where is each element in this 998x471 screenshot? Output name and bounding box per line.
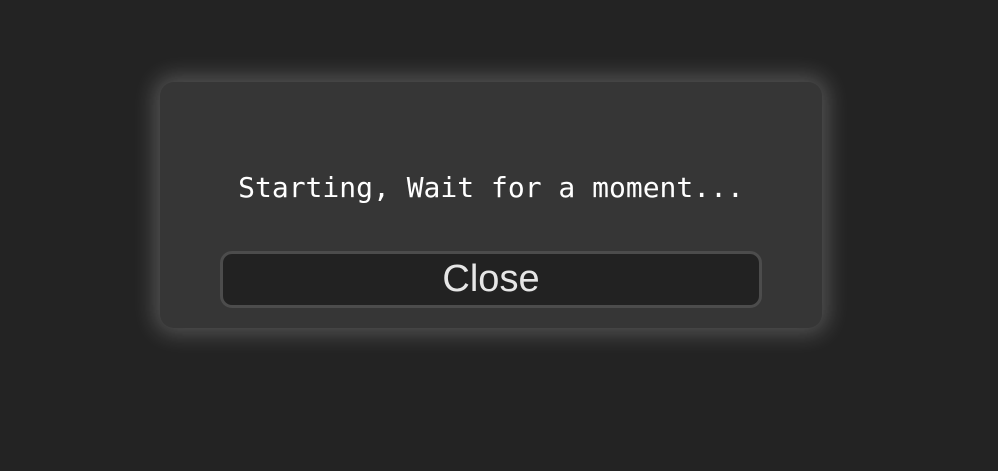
loading-message: Starting, Wait for a moment... — [238, 171, 744, 204]
app-background: Starting, Wait for a moment... Close — [0, 0, 998, 471]
loading-dialog: Starting, Wait for a moment... Close — [160, 82, 822, 328]
close-button[interactable]: Close — [220, 251, 762, 308]
